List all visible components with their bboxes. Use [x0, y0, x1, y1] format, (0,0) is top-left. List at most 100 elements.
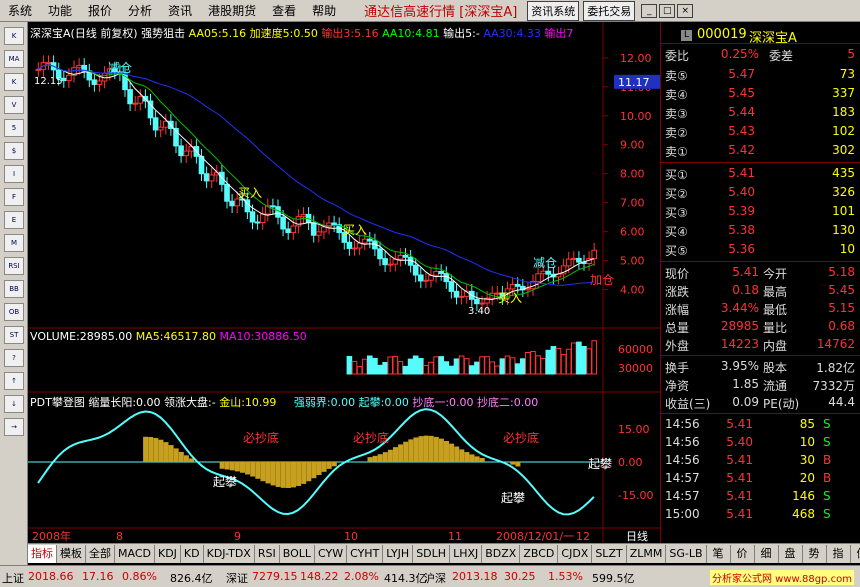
- site-watermark: 分析家公式网 www.88gp.com: [710, 570, 854, 585]
- toolbar-tool-icon[interactable]: 5: [4, 119, 24, 137]
- trade-button[interactable]: 委托交易: [583, 0, 636, 21]
- tab-kd[interactable]: KD: [181, 544, 204, 563]
- chart-area[interactable]: 12.0011.0010.009.008.007.006.005.004.001…: [28, 22, 660, 543]
- toolbar-tool-icon[interactable]: F: [4, 188, 24, 206]
- candle-body: [290, 225, 297, 234]
- candle-body: [377, 248, 383, 260]
- tab-zbcd[interactable]: ZBCD: [520, 544, 559, 563]
- toolbar-tool-icon[interactable]: ↓: [4, 395, 24, 413]
- toolbar-tool-icon[interactable]: ?: [4, 349, 24, 367]
- right-tab[interactable]: 指: [827, 544, 851, 563]
- indicator-bar: [474, 456, 480, 462]
- tab-boll[interactable]: BOLL: [280, 544, 315, 563]
- ma10-label: MA10:30886.50: [219, 330, 307, 343]
- right-tab[interactable]: 盘: [779, 544, 803, 563]
- volume-bar: [423, 365, 429, 375]
- quote-cell: 28985: [720, 319, 759, 333]
- news-system-button[interactable]: 资讯系统: [527, 0, 580, 21]
- app-title: 通达信高速行情 [深深宝A]: [364, 5, 518, 20]
- candle-body: [540, 270, 547, 275]
- toolbar-tool-icon[interactable]: ST: [4, 326, 24, 344]
- candle-body: [331, 222, 337, 226]
- toolbar-tool-icon[interactable]: OB: [4, 303, 24, 321]
- toolbar-tool-icon[interactable]: RSI: [4, 257, 24, 275]
- right-tab[interactable]: 势: [803, 544, 827, 563]
- tab-cyw[interactable]: CYW: [315, 544, 348, 563]
- right-tab[interactable]: 笔: [707, 544, 731, 563]
- toolbar-tool-icon[interactable]: V: [4, 96, 24, 114]
- toolbar-tool-icon[interactable]: I: [4, 165, 24, 183]
- menu-function[interactable]: 功能: [40, 2, 80, 19]
- chart-svg[interactable]: 12.0011.0010.009.008.007.006.005.004.001…: [28, 22, 660, 543]
- close-icon[interactable]: ×: [677, 3, 694, 18]
- volume-bar: [372, 357, 378, 375]
- right-tab[interactable]: 价: [731, 544, 755, 563]
- toolbar-tool-icon[interactable]: K: [4, 27, 24, 45]
- tab-lyjh[interactable]: LYJH: [383, 544, 414, 563]
- menu-view[interactable]: 查看: [264, 2, 304, 19]
- stat-row: 涨跌 0.18 最高 5.45: [661, 282, 860, 299]
- quote-cell: 5.41: [726, 489, 753, 503]
- toolbar-tool-icon[interactable]: ↑: [4, 372, 24, 390]
- menu-info[interactable]: 资讯: [160, 2, 200, 19]
- tab-bdzx[interactable]: BDZX: [482, 544, 521, 563]
- tab-模板[interactable]: 模板: [57, 544, 86, 563]
- toolbar-tool-icon[interactable]: E: [4, 211, 24, 229]
- quote-cell: 量比: [763, 321, 788, 335]
- aa30-label: AA30:4.33: [483, 27, 541, 40]
- menu-help[interactable]: 帮助: [304, 2, 344, 19]
- menu-hk-futures[interactable]: 港股期货: [200, 2, 264, 19]
- menu-analysis[interactable]: 分析: [120, 2, 160, 19]
- tab-sg-lb[interactable]: SG-LB: [666, 544, 707, 563]
- volume-bar: [453, 358, 460, 375]
- tab-macd[interactable]: MACD: [115, 544, 155, 563]
- quote-cell: 5.36: [728, 242, 755, 256]
- indicator-bar: [285, 462, 291, 489]
- quote-cell: S: [823, 489, 831, 503]
- menu-quote[interactable]: 报价: [80, 2, 120, 19]
- indicator-name: PDT攀登图: [30, 396, 85, 409]
- tab-cyht[interactable]: CYHT: [347, 544, 384, 563]
- toolbar-tool-icon[interactable]: MA: [4, 50, 24, 68]
- quote-cell: 435: [832, 166, 855, 180]
- tab-kdj[interactable]: KDJ: [155, 544, 181, 563]
- tab-kdj-tdx[interactable]: KDJ-TDX: [204, 544, 255, 563]
- toolbar-tool-icon[interactable]: K: [4, 73, 24, 91]
- indicator-tick-label: 0.00: [618, 456, 643, 469]
- tab-slzt[interactable]: SLZT: [592, 544, 627, 563]
- tab-指标[interactable]: 指标: [28, 544, 57, 563]
- indicator-note: 起攀: [588, 457, 612, 471]
- toolbar-tool-icon[interactable]: BB: [4, 280, 24, 298]
- tab-cjdx[interactable]: CJDX: [558, 544, 593, 563]
- tab-rsi[interactable]: RSI: [255, 544, 280, 563]
- sz-pct: 2.08%: [344, 570, 379, 583]
- tab-全部[interactable]: 全部: [86, 544, 115, 563]
- indicator-bar: [224, 462, 230, 470]
- toolbar-tool-icon[interactable]: →: [4, 418, 24, 436]
- right-tab[interactable]: 细: [755, 544, 779, 563]
- quote-cell: 5: [847, 47, 855, 61]
- indicator-tick-label: 15.00: [618, 423, 650, 436]
- menu-system[interactable]: 系统: [0, 2, 40, 19]
- toolbar-tool-icon[interactable]: M: [4, 234, 24, 252]
- minimize-icon[interactable]: _: [641, 3, 658, 18]
- quote-cell: 44.4: [828, 395, 855, 409]
- quote-cell: 14:56: [665, 435, 700, 449]
- right-tab[interactable]: 值: [851, 545, 860, 563]
- indicator-bar: [321, 462, 327, 472]
- quote-cell: 85: [799, 417, 815, 431]
- quote-cell: 130: [832, 223, 855, 237]
- candle-body: [382, 258, 388, 266]
- tab-sdlh[interactable]: SDLH: [413, 544, 451, 563]
- quote-cell: 14:57: [665, 471, 700, 485]
- maximize-icon[interactable]: □: [659, 3, 676, 18]
- toolbar-tool-icon[interactable]: $: [4, 142, 24, 160]
- current-price-label: 11.17: [618, 76, 650, 89]
- indicator-bar: [301, 462, 307, 484]
- tab-zlmm[interactable]: ZLMM: [627, 544, 667, 563]
- quote-cell: 468: [792, 507, 815, 521]
- tab-lhxj[interactable]: LHXJ: [450, 544, 483, 563]
- candle-body: [326, 222, 332, 228]
- ind-e-label: 起攀:0.00: [358, 396, 409, 409]
- volume-bar: [433, 356, 439, 375]
